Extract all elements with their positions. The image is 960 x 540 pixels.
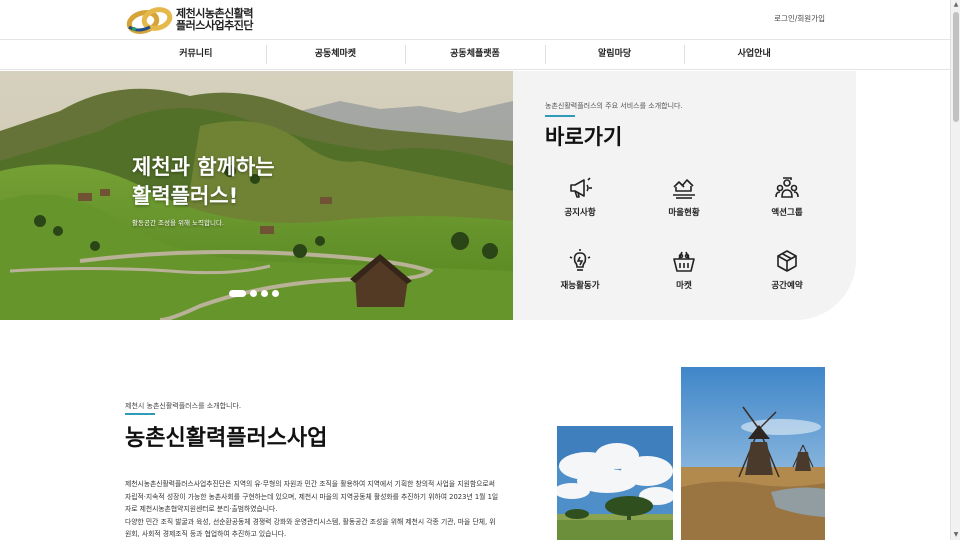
group-icon xyxy=(774,175,800,201)
intro-accent-line xyxy=(125,413,155,415)
quick-item-notice[interactable]: 공지사항 xyxy=(540,175,620,218)
quick-item-label: 액션그룹 xyxy=(771,208,803,218)
hero-banner: 제천과 함께하는 활력플러스! 활동공간 조성을 위해 노력합니다. xyxy=(0,71,513,320)
quick-item-space[interactable]: 공간예약 xyxy=(747,248,827,291)
intro-subtitle: 제천시 농촌신활력플러스를 소개합니다. xyxy=(125,402,242,410)
intro-body-line: 다양한 민간 조직 발굴과 육성, 선순환공동체 경쟁력 강화와 운영관리시스템… xyxy=(125,517,496,526)
main-nav: 커뮤니티 공동체마켓 공동체플랫폼 알림마당 사업안내 xyxy=(0,39,950,70)
scroll-up-arrow-icon[interactable]: ▲ xyxy=(951,0,960,10)
lightbulb-icon xyxy=(567,248,593,274)
hero-dot-4[interactable] xyxy=(272,290,279,297)
nav-item-about[interactable]: 사업안내 xyxy=(684,40,824,69)
nav-item-notice[interactable]: 알림마당 xyxy=(544,40,685,69)
intro-body-line: 원회, 사회적 경제조직 등과 협업하여 추진하고 있습니다. xyxy=(125,530,287,538)
hero-title-line-1: 제천과 함께하는 xyxy=(132,155,275,179)
hero-title: 제천과 함께하는 활력플러스! xyxy=(132,153,275,211)
scroll-down-arrow-icon[interactable]: ▼ xyxy=(951,530,960,540)
hero-dot-2[interactable] xyxy=(250,290,257,297)
quick-item-label: 공간예약 xyxy=(771,281,803,291)
nav-item-market[interactable]: 공동체마켓 xyxy=(265,40,406,69)
intro-body-line: 자립적·지속적 성장이 가능한 농촌사회를 구현하는데 있으며, 제천시 마을의… xyxy=(125,492,499,501)
quick-item-market[interactable]: 마켓 xyxy=(644,248,724,291)
nav-item-platform[interactable]: 공동체플랫폼 xyxy=(405,40,545,69)
basket-icon xyxy=(671,248,697,274)
village-icon xyxy=(671,175,697,201)
hero-dot-1[interactable] xyxy=(229,290,246,297)
site-logo[interactable]: 제천시농촌신활력 플러스사업추진단 xyxy=(126,4,253,36)
hero-dot-3[interactable] xyxy=(261,290,268,297)
hero-pagination xyxy=(229,290,279,297)
quick-item-talent[interactable]: 재능활동가 xyxy=(540,248,620,291)
quick-item-label: 재능활동가 xyxy=(560,281,600,291)
hero-title-line-2: 활력플러스! xyxy=(132,184,239,208)
box-icon xyxy=(774,248,800,274)
quick-item-label: 마켓 xyxy=(676,281,692,291)
auth-links: 로그인/회원가입 xyxy=(774,13,825,24)
intro-title: 농촌신활력플러스사업 xyxy=(125,426,328,451)
quick-item-label: 공지사항 xyxy=(564,208,596,218)
windmill-photo xyxy=(681,367,825,540)
hero-subtitle: 활동공간 조성을 위해 노력합니다. xyxy=(132,219,224,227)
nav-item-community[interactable]: 커뮤니티 xyxy=(126,40,266,69)
quick-accent-line xyxy=(545,115,575,117)
quick-links-title: 바로가기 xyxy=(545,125,623,149)
tree-landscape-photo xyxy=(557,426,673,540)
quick-item-village[interactable]: 마을현황 xyxy=(644,175,724,218)
quick-item-group[interactable]: 액션그룹 xyxy=(747,175,827,218)
page-scrollbar[interactable]: ▲ ▼ xyxy=(950,0,960,540)
site-header: 제천시농촌신활력 플러스사업추진단 로그인/회원가입 xyxy=(0,0,950,40)
quick-links-intro: 농촌신활력플러스의 주요 서비스를 소개합니다. xyxy=(545,102,683,110)
quick-item-label: 마을현황 xyxy=(668,208,700,218)
scrollbar-thumb[interactable] xyxy=(953,12,959,122)
intro-body-line: 자로 제천시농촌협약지원센터로 분리·출범하였습니다. xyxy=(125,505,278,513)
main-nav-list: 커뮤니티 공동체마켓 공동체플랫폼 알림마당 사업안내 xyxy=(126,40,824,69)
logo-line-2: 플러스사업추진단 xyxy=(176,19,253,32)
intro-body-line: 제천시농촌신활력플러스사업추진단은 지역의 유·무형의 자원과 민간 조직을 활… xyxy=(125,480,495,488)
megaphone-icon xyxy=(567,175,593,201)
intro-body: 제천시농촌신활력플러스사업추진단은 지역의 유·무형의 자원과 민간 조직을 활… xyxy=(125,478,535,540)
quick-links-panel: 농촌신활력플러스의 주요 서비스를 소개합니다. 바로가기 공지사항 마을현황 xyxy=(513,71,856,320)
logo-text: 제천시농촌신활력 플러스사업추진단 xyxy=(176,8,253,32)
signup-link[interactable]: 회원가입 xyxy=(797,14,825,23)
login-link[interactable]: 로그인 xyxy=(774,14,795,23)
logo-mark-icon xyxy=(126,5,174,35)
